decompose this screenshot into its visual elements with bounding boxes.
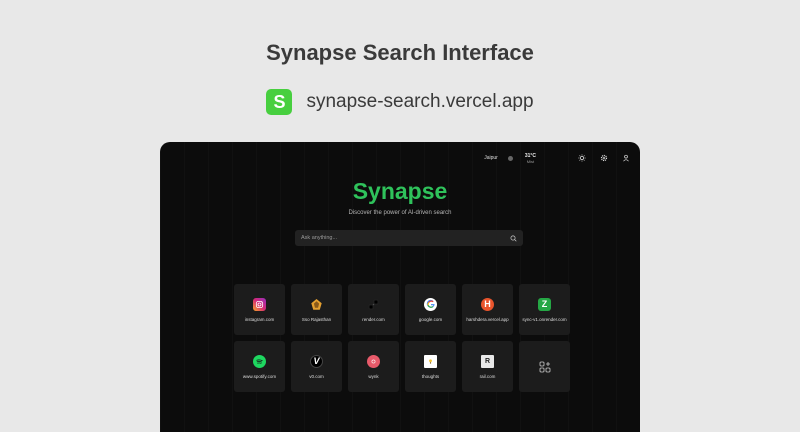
- shortcut-label: instagram.com: [244, 316, 275, 322]
- site-logo-icon: S: [266, 89, 293, 115]
- shortcut-label: render.com: [362, 316, 385, 322]
- search-icon[interactable]: [510, 235, 517, 242]
- shortcut-label: harshdera.vercel.app: [466, 316, 509, 322]
- spotify-icon: [253, 354, 266, 368]
- shortcut-label: rail.com: [479, 373, 496, 379]
- theme-toggle-sun-icon[interactable]: [578, 154, 586, 162]
- shortcut-tile-sso-rajasthan[interactable]: Sso Rajasthan: [291, 284, 342, 335]
- shortcut-label: google.com: [418, 316, 443, 322]
- brand-title: Synapse: [352, 178, 448, 204]
- shortcut-grid: instagram.com Sso Rajasthan render.com g…: [234, 284, 570, 392]
- weather-dot-icon: [507, 155, 513, 161]
- tagline: Discover the power of AI-driven search: [348, 210, 452, 216]
- settings-gear-icon[interactable]: [600, 154, 608, 162]
- v0-icon: V: [310, 354, 323, 368]
- thoughts-icon: [424, 354, 437, 368]
- add-shortcut-button[interactable]: [519, 341, 570, 392]
- shortcut-label: v0.com: [309, 373, 324, 379]
- wynk-icon: [367, 354, 380, 368]
- instagram-icon: [253, 297, 266, 311]
- shortcut-tile-sync[interactable]: Z sync-v1.onrender.com: [519, 284, 570, 335]
- shortcut-tile-google[interactable]: google.com: [405, 284, 456, 335]
- sso-rajasthan-icon: [310, 298, 323, 311]
- shortcut-tile-harshdera[interactable]: H harshdera.vercel.app: [462, 284, 513, 335]
- shortcut-tile-spotify[interactable]: www.spotify.com: [234, 341, 285, 392]
- shortcut-tile-wynk[interactable]: wynk: [348, 341, 399, 392]
- search-bar: [295, 230, 523, 246]
- shortcut-label: www.spotify.com: [242, 373, 277, 379]
- site-url: synapse-search.vercel.app: [306, 91, 534, 112]
- rail-icon: R: [481, 354, 494, 368]
- shortcut-tile-instagram[interactable]: instagram.com: [234, 284, 285, 335]
- render-icon: [367, 298, 380, 311]
- topbar: Jaipur 31°C Mist: [484, 150, 630, 166]
- site-row: S synapse-search.vercel.app: [0, 89, 800, 115]
- shortcut-tile-thoughts[interactable]: thoughts: [405, 341, 456, 392]
- shortcut-tile-v0[interactable]: V v0.com: [291, 341, 342, 392]
- add-apps-icon: [538, 360, 551, 373]
- search-input[interactable]: [301, 235, 501, 241]
- shortcut-label: sync-v1.onrender.com: [522, 316, 567, 322]
- sync-icon: Z: [538, 297, 551, 311]
- shortcut-label: thoughts: [421, 373, 440, 379]
- google-icon: [424, 297, 437, 311]
- shortcut-tile-rail[interactable]: R rail.com: [462, 341, 513, 392]
- city-label: Jaipur: [484, 155, 498, 161]
- shortcut-label: wynk: [368, 373, 379, 379]
- user-profile-icon[interactable]: [622, 154, 630, 162]
- shortcut-label: Sso Rajasthan: [301, 316, 332, 322]
- harshdera-icon: H: [481, 297, 494, 311]
- weather-widget: 31°C Mist: [525, 153, 536, 164]
- weather-condition: Mist: [526, 158, 535, 164]
- card-title: Synapse Search Interface: [266, 40, 534, 65]
- app-screenshot: Jaipur 31°C Mist Synapse Discover the po…: [160, 142, 640, 432]
- shortcut-tile-render[interactable]: render.com: [348, 284, 399, 335]
